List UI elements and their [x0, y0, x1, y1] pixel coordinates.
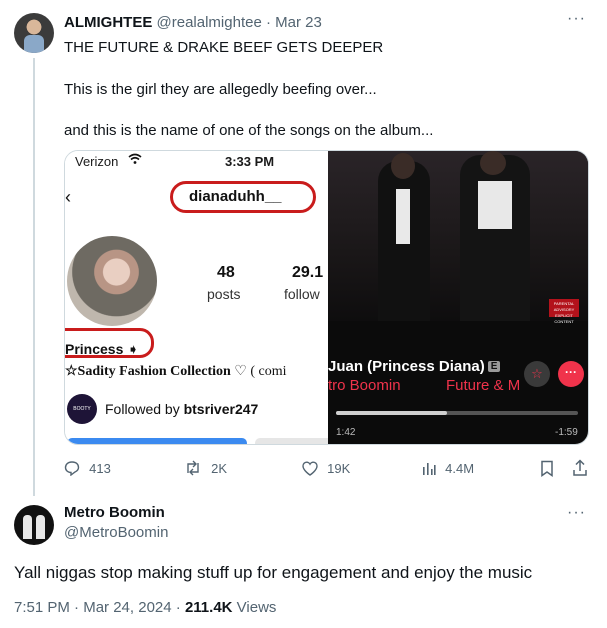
post-time[interactable]: 7:51 PM: [14, 599, 70, 616]
progress-bar: [336, 411, 578, 415]
repost-icon: [184, 460, 206, 477]
separator: ·: [265, 14, 271, 31]
display-name[interactable]: Metro Boomin: [64, 504, 165, 521]
meta-separator: ·: [171, 599, 185, 616]
follower-avatar: BOOTY TRAP: [67, 394, 97, 424]
parental-advisory-label: PARENTAL ADVISORY EXPLICIT CONTENT: [549, 299, 579, 324]
back-chevron-icon: ‹: [65, 187, 71, 207]
follow-button-partial: [67, 438, 247, 444]
views-button[interactable]: 4.4M: [422, 460, 474, 477]
views-count: 211.4K: [184, 599, 233, 616]
instagram-screenshot[interactable]: Verizon 3:33 PM ‹ dianaduhh__ 48 posts 2…: [65, 151, 335, 444]
tweet-text-line-3: and this is the name of one of the songs…: [64, 122, 434, 139]
progress-bar-fill: [336, 411, 448, 415]
elapsed-time: 1:42: [336, 427, 356, 438]
followers-label: follow: [284, 286, 320, 302]
profile-username: dianaduhh__: [189, 188, 282, 205]
message-button-partial: [255, 438, 335, 444]
profile-photo: [67, 236, 157, 326]
handle[interactable]: @realalmightee: [157, 14, 262, 31]
carrier-label: Verizon: [75, 154, 119, 169]
wifi-icon: [128, 152, 142, 169]
figure-right-shirt: [478, 181, 512, 229]
reply-text: Yall niggas stop making stuff up for eng…: [14, 563, 533, 582]
star-icon: ☆: [524, 361, 550, 387]
followed-by-prefix: Followed by: [105, 401, 184, 417]
explicit-badge: E: [487, 361, 501, 372]
tweet-date[interactable]: Mar 23: [275, 14, 322, 31]
figure-left-shirt: [396, 189, 410, 244]
status-time: 3:33 PM: [225, 154, 275, 169]
bio-line-rest: ♡ ( comi: [230, 364, 287, 379]
heart-icon: [302, 460, 322, 477]
like-button[interactable]: 19K: [302, 460, 350, 477]
post-date[interactable]: Mar 24, 2024: [83, 599, 171, 616]
bio-line: ☆Sadity Fashion Collection ♡ ( comi: [65, 363, 287, 380]
reply-icon: [64, 460, 84, 477]
more-icon[interactable]: ···: [567, 10, 586, 28]
views-count: 4.4M: [445, 461, 475, 476]
more-options-icon: ···: [558, 361, 584, 387]
handle[interactable]: @MetroBoomin: [64, 524, 168, 541]
bio-line-bold: ☆Sadity Fashion Collection: [65, 364, 231, 379]
followers-count: 29.1: [292, 264, 324, 281]
display-name[interactable]: ALMIGHTEE: [64, 14, 152, 31]
posts-label: posts: [207, 286, 241, 302]
artist-name-1: tro Boomin: [328, 377, 401, 394]
followed-by: Followed by btsriver247: [105, 401, 258, 417]
repost-button[interactable]: 2K: [184, 460, 227, 477]
posts-count: 48: [217, 264, 235, 281]
more-icon[interactable]: ···: [567, 504, 586, 522]
tweet-text-line-2: This is the girl they are allegedly beef…: [64, 81, 377, 98]
figure-right-head: [480, 151, 506, 175]
tweet-meta: 7:51 PM · Mar 24, 2024 · 211.4K Views: [14, 599, 276, 616]
song-title-text: Juan (Princess Diana): [328, 358, 485, 375]
figure-left-head: [391, 153, 415, 179]
like-count: 19K: [327, 461, 351, 476]
tweet-text-line-1: THE FUTURE & DRAKE BEEF GETS DEEPER: [64, 39, 384, 56]
bio-name: Princess ➧: [65, 341, 139, 357]
avatar[interactable]: [14, 505, 54, 545]
music-player-screenshot[interactable]: PARENTAL ADVISORY EXPLICIT CONTENT Juan …: [328, 151, 588, 444]
avatar[interactable]: [14, 13, 54, 53]
album-cover: PARENTAL ADVISORY EXPLICIT CONTENT: [328, 151, 588, 324]
follower-avatar-text: BOOTY TRAP: [73, 406, 91, 412]
artist-name-2: Future & M: [446, 377, 521, 394]
meta-separator: ·: [69, 599, 84, 616]
remaining-time: -1:59: [555, 427, 578, 438]
bookmark-icon[interactable]: [540, 460, 554, 482]
song-title: Juan (Princess Diana) E: [328, 358, 501, 375]
thread-line: [33, 58, 35, 496]
repost-count: 2K: [211, 461, 228, 476]
reply-button[interactable]: 413: [64, 460, 111, 477]
views-label: Views: [232, 599, 277, 616]
share-icon[interactable]: [572, 459, 588, 482]
bar-chart-icon: [422, 460, 440, 477]
tweet-header: ALMIGHTEE @realalmightee · Mar 23: [64, 13, 322, 33]
figure-right: [460, 155, 530, 321]
followed-by-user: btsriver247: [183, 401, 259, 417]
media-card[interactable]: Verizon 3:33 PM ‹ dianaduhh__ 48 posts 2…: [64, 150, 589, 445]
reply-count: 413: [89, 461, 111, 476]
